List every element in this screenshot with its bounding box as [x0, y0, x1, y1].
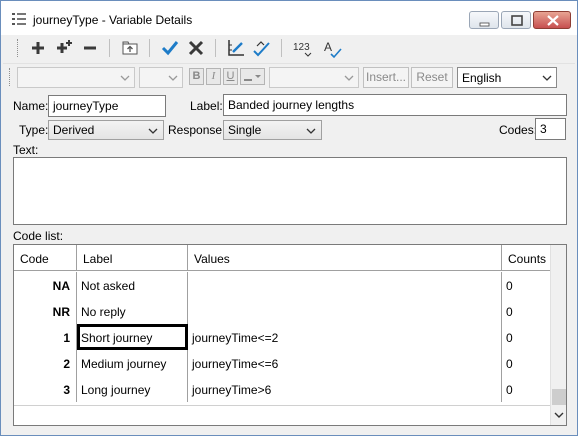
cell-values[interactable]: journeyTime<=6 [188, 350, 502, 376]
toolbar-separator [149, 39, 150, 57]
table-row[interactable]: NR No reply 0 [14, 298, 550, 324]
color-picker-button[interactable] [240, 68, 265, 85]
code-list-label: Code list: [13, 229, 64, 243]
title-bar: journeyType - Variable Details [1, 1, 577, 35]
column-header-counts[interactable]: Counts [502, 245, 550, 271]
label-label: Label: [190, 99, 223, 113]
type-label: Type: [19, 123, 49, 137]
numbering-icon[interactable]: 123 [291, 37, 317, 59]
table-row[interactable]: 3 Long journey journeyTime>6 0 [14, 376, 550, 402]
italic-button[interactable]: I [206, 68, 221, 85]
cell-code[interactable]: NR [14, 298, 77, 324]
window-title: journeyType - Variable Details [33, 13, 193, 27]
spellcheck-icon[interactable] [251, 37, 273, 59]
toolbar-separator [281, 39, 282, 57]
codes-label: Codes: [499, 123, 538, 137]
main-toolbar: 123 A [3, 35, 575, 61]
variable-details-icon [11, 11, 27, 27]
edit-ruler-icon[interactable] [225, 37, 247, 59]
cell-code[interactable]: NA [14, 272, 77, 298]
bold-button[interactable]: B [189, 68, 204, 85]
cell-values[interactable]: journeyTime<=2 [188, 324, 502, 350]
svg-text:A: A [324, 40, 332, 54]
cell-code[interactable]: 3 [14, 376, 77, 402]
language-value: English [462, 71, 502, 85]
cross-icon[interactable] [185, 37, 207, 59]
cell-label[interactable]: Not asked [77, 272, 188, 298]
cell-label[interactable]: Long journey [77, 376, 188, 402]
plus-stack-icon[interactable] [53, 37, 75, 59]
maximize-button[interactable] [501, 11, 531, 29]
format-toolbar: B I U Insert... Reset English [3, 63, 575, 91]
font-check-icon[interactable]: A [321, 37, 343, 59]
response-label: Response: [168, 123, 226, 137]
folder-up-icon[interactable] [119, 37, 141, 59]
plus-icon[interactable] [27, 37, 49, 59]
text-area[interactable] [13, 157, 567, 225]
table-row[interactable]: NA Not asked 0 [14, 272, 550, 298]
svg-text:123: 123 [293, 42, 310, 53]
reset-button[interactable]: Reset [411, 67, 453, 88]
cell-label[interactable]: No reply [77, 298, 188, 324]
toolbar-grip [9, 68, 11, 86]
column-header-values[interactable]: Values [188, 245, 502, 271]
scroll-down-icon[interactable] [554, 411, 564, 419]
toolbar-separator [215, 39, 216, 57]
toolbar-separator [109, 39, 110, 57]
font-size-combo[interactable] [139, 67, 183, 88]
minimize-button[interactable] [469, 11, 499, 29]
vertical-scrollbar[interactable] [550, 245, 566, 425]
response-value: Single [228, 123, 262, 137]
table-row[interactable]: 2 Medium journey journeyTime<=6 0 [14, 350, 550, 376]
cell-counts[interactable]: 0 [502, 272, 550, 298]
grid-divider [14, 405, 550, 406]
toolbar-grip [17, 39, 19, 57]
label-field[interactable]: Banded journey lengths [223, 94, 567, 116]
cell-label[interactable]: Medium journey [77, 350, 188, 376]
type-value: Derived [53, 123, 95, 137]
text-label: Text: [13, 143, 39, 157]
minus-icon[interactable] [79, 37, 101, 59]
underline-button[interactable]: U [223, 68, 238, 85]
checkmark-icon[interactable] [159, 37, 181, 59]
variable-details-window: journeyType - Variable Details 123 A B I… [0, 0, 578, 436]
grid-header: Code Label Values Counts [14, 245, 550, 271]
name-field[interactable]: journeyType [48, 95, 166, 117]
cell-counts[interactable]: 0 [502, 350, 550, 376]
cell-code[interactable]: 1 [14, 324, 77, 350]
codes-field[interactable]: 3 [535, 118, 566, 140]
cell-values[interactable] [188, 272, 502, 298]
column-header-code[interactable]: Code [14, 245, 77, 271]
font-name-combo[interactable] [17, 67, 135, 88]
insert-button[interactable]: Insert... [363, 67, 409, 88]
cell-values[interactable] [188, 298, 502, 324]
language-select[interactable]: English [457, 67, 557, 88]
cell-counts[interactable]: 0 [502, 376, 550, 402]
close-button[interactable] [533, 11, 571, 29]
cell-code[interactable]: 2 [14, 350, 77, 376]
code-list-grid: Code Label Values Counts NA Not asked 0 … [13, 244, 567, 426]
cell-counts[interactable]: 0 [502, 324, 550, 350]
name-label: Name: [13, 99, 49, 113]
table-row[interactable]: 1 Short journey journeyTime<=2 0 [14, 324, 550, 350]
response-select[interactable]: Single [223, 120, 322, 140]
column-header-label[interactable]: Label [77, 245, 188, 271]
cell-values[interactable]: journeyTime>6 [188, 376, 502, 402]
cell-counts[interactable]: 0 [502, 298, 550, 324]
scrollbar-thumb[interactable] [552, 389, 566, 405]
cell-label-selected[interactable]: Short journey [77, 324, 188, 350]
type-select[interactable]: Derived [48, 120, 164, 140]
style-combo[interactable] [269, 67, 359, 88]
